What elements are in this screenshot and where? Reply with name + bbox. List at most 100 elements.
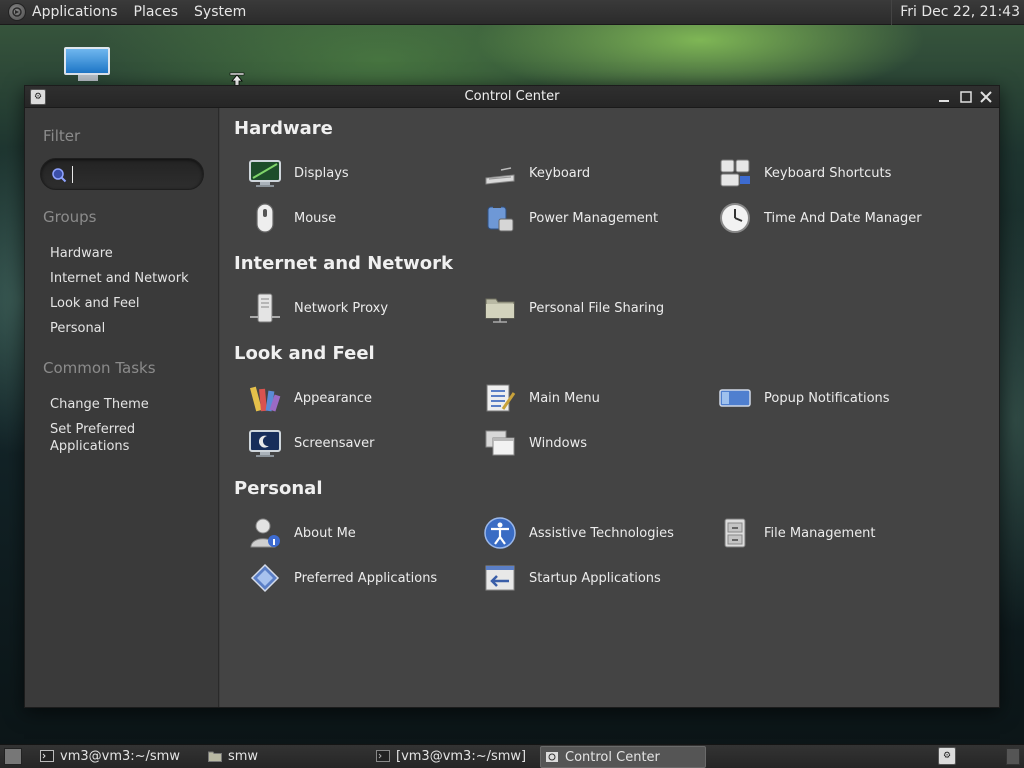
task-label: vm3@vm3:~/smw	[60, 749, 180, 764]
control-center-tray-icon[interactable]: ⚙	[938, 747, 956, 765]
computer-desktop-icon[interactable]	[64, 47, 112, 83]
item-label: Mouse	[294, 210, 337, 226]
item-label: About Me	[294, 525, 356, 541]
group-link-look-and-feel[interactable]: Look and Feel	[50, 295, 210, 312]
show-desktop-icon[interactable]	[4, 748, 22, 765]
minimize-icon[interactable]	[935, 88, 953, 106]
item-displays[interactable]: Displays	[248, 155, 478, 191]
about-me-icon	[250, 518, 280, 548]
bottom-panel: vm3@vm3:~/smw smw [vm3@vm3:~/smw] Contro…	[0, 744, 1024, 768]
clock-icon	[720, 203, 750, 233]
item-label: Network Proxy	[294, 300, 389, 316]
section-title-hardware: Hardware	[234, 118, 333, 139]
item-label: Displays	[294, 165, 349, 181]
task-link-change-theme[interactable]: Change Theme	[50, 396, 210, 413]
item-keyboard-shortcuts[interactable]: Keyboard Shortcuts	[718, 155, 948, 191]
group-link-personal[interactable]: Personal	[50, 320, 210, 337]
notification-icon	[719, 389, 751, 407]
mouse-icon	[256, 203, 274, 233]
task-terminal-minimized[interactable]: [vm3@vm3:~/smw]	[372, 746, 532, 768]
item-personal-file-sharing[interactable]: Personal File Sharing	[483, 290, 713, 326]
task-label: Control Center	[565, 750, 660, 765]
places-menu[interactable]: Places	[126, 0, 187, 25]
item-about-me[interactable]: About Me	[248, 515, 478, 551]
close-icon[interactable]	[977, 88, 995, 106]
control-center-app-icon	[545, 751, 559, 763]
item-label: Keyboard	[529, 165, 591, 181]
applications-menu[interactable]: Applications	[32, 0, 126, 25]
network-proxy-icon	[250, 293, 280, 323]
item-screensaver[interactable]: Screensaver	[248, 425, 478, 461]
item-label: Keyboard Shortcuts	[764, 165, 892, 181]
task-link-set-preferred-applications[interactable]: Set Preferred Applications	[50, 421, 160, 455]
item-windows[interactable]: Windows	[483, 425, 713, 461]
item-power-management[interactable]: Power Management	[483, 200, 713, 236]
item-startup-applications[interactable]: Startup Applications	[483, 560, 713, 596]
folder-icon	[208, 751, 222, 762]
item-label: Main Menu	[529, 390, 600, 406]
terminal-icon	[40, 750, 54, 762]
item-appearance[interactable]: Appearance	[248, 380, 478, 416]
filter-heading: Filter	[43, 127, 81, 145]
workspace-switcher[interactable]	[1006, 748, 1020, 765]
window-title: Control Center	[464, 89, 560, 104]
item-label: Assistive Technologies	[529, 525, 674, 541]
section-title-personal: Personal	[234, 478, 323, 499]
control-center-window: ⚙ Control Center Filter Groups Hardware …	[24, 85, 1000, 708]
item-label: Windows	[529, 435, 588, 451]
keyboard-icon	[485, 167, 515, 185]
display-icon	[249, 160, 281, 187]
item-label: Personal File Sharing	[529, 300, 665, 316]
folder-share-icon	[485, 298, 515, 323]
item-label: Power Management	[529, 210, 659, 226]
control-center-content: Hardware Displays Keyboard Keyboard Shor…	[220, 108, 999, 707]
task-label: [vm3@vm3:~/smw]	[396, 749, 527, 764]
sidebar: Filter Groups Hardware Internet and Netw…	[25, 108, 219, 707]
groups-heading: Groups	[43, 208, 97, 226]
item-main-menu[interactable]: Main Menu	[483, 380, 713, 416]
item-mouse[interactable]: Mouse	[248, 200, 478, 236]
item-keyboard[interactable]: Keyboard	[483, 155, 713, 191]
search-icon	[52, 168, 67, 183]
item-label: Appearance	[294, 390, 373, 406]
startup-apps-icon	[485, 565, 515, 591]
power-management-icon	[487, 204, 514, 232]
item-assistive-technologies[interactable]: Assistive Technologies	[483, 515, 713, 551]
item-label: Time And Date Manager	[764, 210, 922, 226]
screensaver-icon	[249, 430, 281, 457]
keyboard-shortcuts-icon	[720, 159, 750, 187]
task-terminal[interactable]: vm3@vm3:~/smw	[36, 746, 196, 768]
task-file-manager[interactable]: smw	[204, 746, 364, 768]
group-link-internet-and-network[interactable]: Internet and Network	[50, 270, 210, 287]
accessibility-icon	[484, 517, 516, 549]
panel-clock[interactable]: Fri Dec 22, 21:43	[891, 0, 1020, 25]
group-link-hardware[interactable]: Hardware	[50, 245, 210, 262]
item-file-management[interactable]: File Management	[718, 515, 948, 551]
main-menu-icon	[486, 384, 516, 412]
file-cabinet-icon	[724, 518, 746, 548]
item-label: Popup Notifications	[764, 390, 890, 406]
item-popup-notifications[interactable]: Popup Notifications	[718, 380, 948, 416]
item-preferred-applications[interactable]: Preferred Applications	[248, 560, 478, 596]
window-titlebar[interactable]: ⚙ Control Center	[25, 86, 999, 108]
item-label: Screensaver	[294, 435, 375, 451]
terminal-icon	[376, 750, 390, 762]
item-label: Startup Applications	[529, 570, 661, 586]
preferred-apps-icon	[250, 563, 280, 593]
top-panel: Applications Places System Fri Dec 22, 2…	[0, 0, 1024, 25]
common-tasks-heading: Common Tasks	[43, 359, 156, 377]
distro-logo-icon[interactable]	[8, 3, 26, 21]
system-menu[interactable]: System	[186, 0, 254, 25]
item-label: Preferred Applications	[294, 570, 438, 586]
windows-icon	[485, 430, 515, 456]
text-caret	[72, 166, 73, 183]
task-control-center[interactable]: Control Center	[540, 746, 706, 768]
section-title-internet-and-network: Internet and Network	[234, 253, 453, 274]
appearance-icon	[249, 386, 281, 412]
filter-search-input[interactable]	[40, 158, 204, 190]
item-network-proxy[interactable]: Network Proxy	[248, 290, 478, 326]
item-label: File Management	[764, 525, 876, 541]
section-title-look-and-feel: Look and Feel	[234, 343, 375, 364]
maximize-icon[interactable]	[957, 88, 975, 106]
item-time-and-date-manager[interactable]: Time And Date Manager	[718, 200, 948, 236]
